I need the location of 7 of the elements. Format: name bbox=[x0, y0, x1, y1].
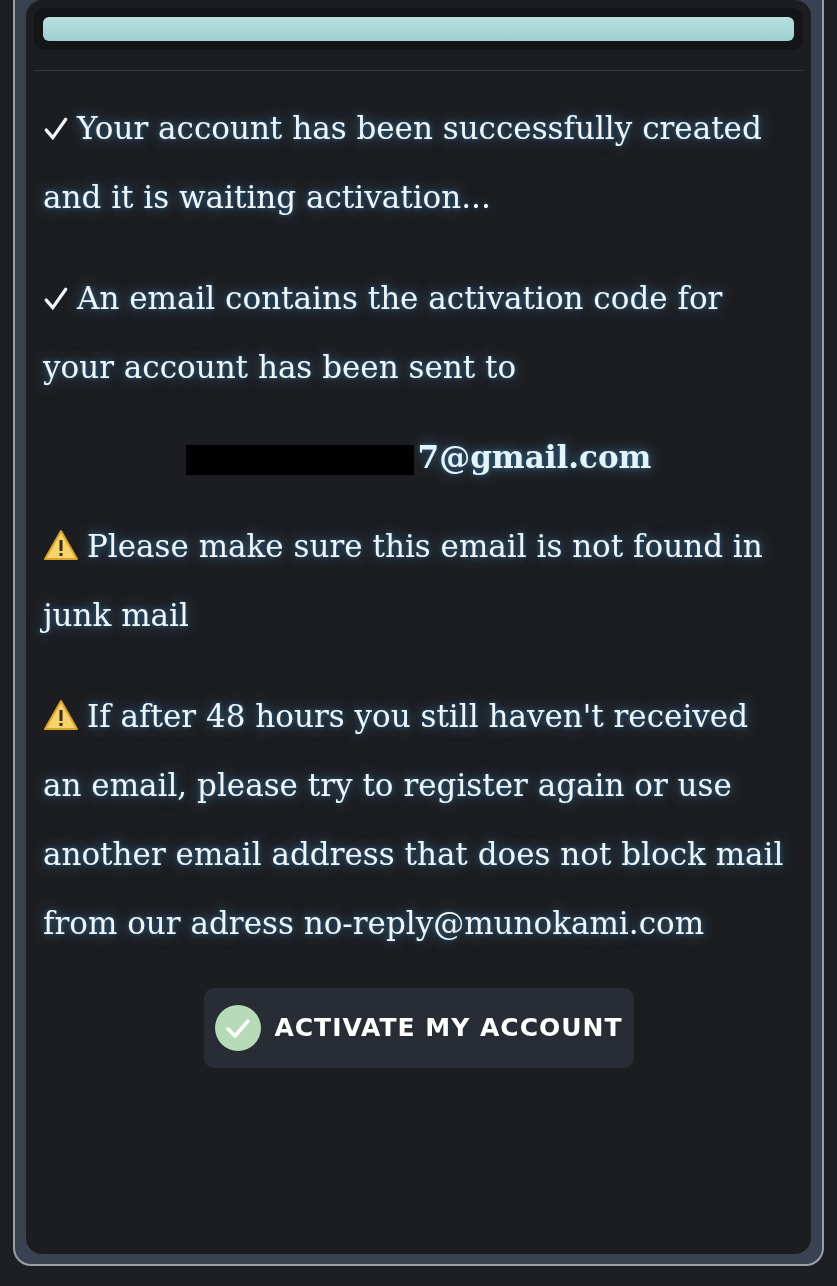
check-icon bbox=[43, 286, 69, 312]
message-text: Your account has been successfully created and it is waiting activation... bbox=[43, 109, 763, 217]
check-circle-icon bbox=[214, 1004, 263, 1052]
message-text: An email contains the activation code for your account has been sent to bbox=[43, 279, 724, 387]
email-address: 7@gmail.com bbox=[417, 437, 652, 477]
activate-account-button[interactable]: ACTIVATE MY ACCOUNT bbox=[203, 988, 634, 1068]
message-text: If after 48 hours you still haven't received an email, please try to register again or use another email address that does not block mail from our adress no-reply@munokami.com bbox=[43, 697, 785, 943]
